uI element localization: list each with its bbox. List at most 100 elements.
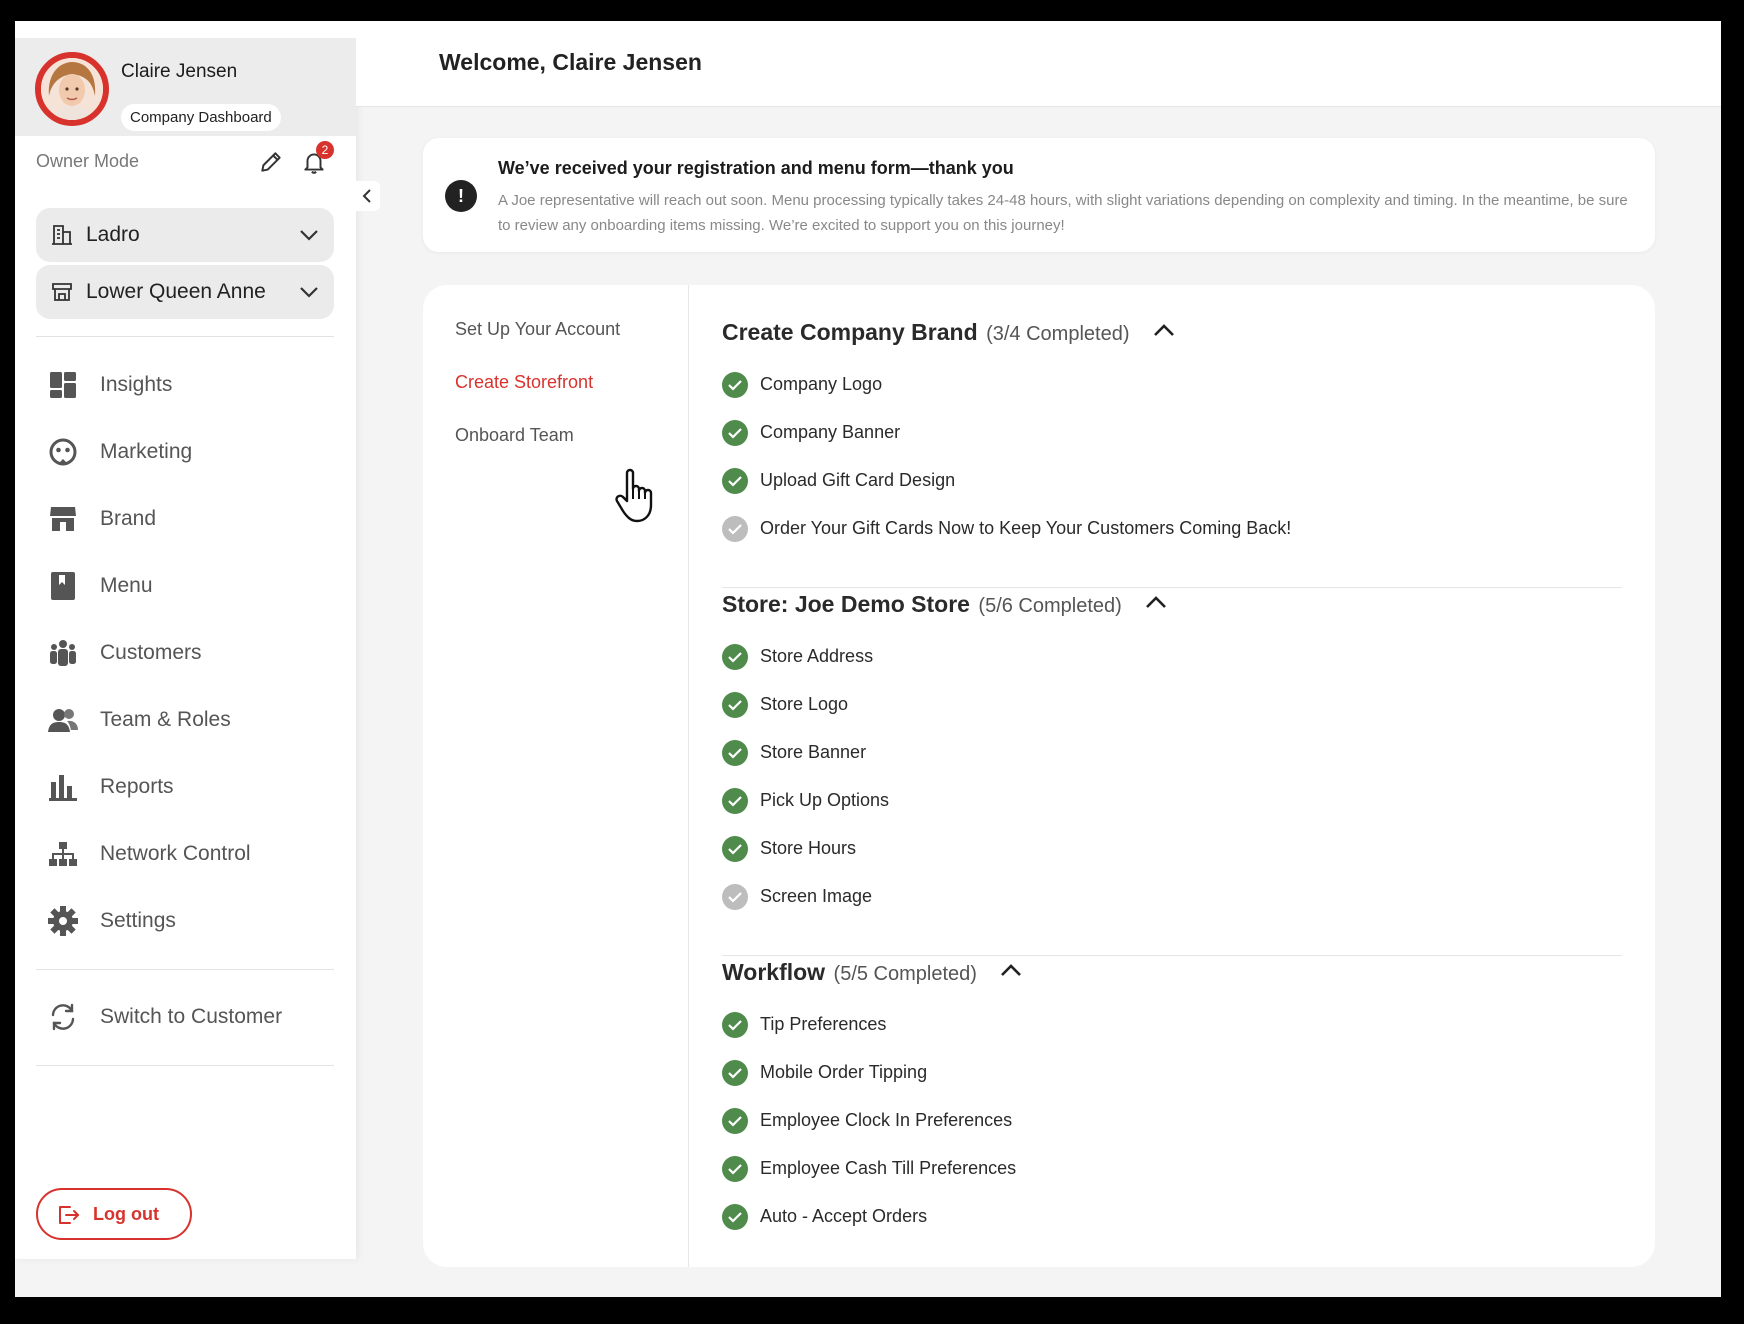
task-item[interactable]: Auto - Accept Orders: [722, 1203, 1622, 1231]
notification-badge: 2: [316, 141, 334, 159]
task-item[interactable]: Company Banner: [722, 419, 1622, 447]
chevron-up-icon[interactable]: [999, 961, 1023, 979]
profile-card[interactable]: Claire Jensen Company Dashboard: [15, 38, 356, 136]
sidebar-item-team-roles[interactable]: Team & Roles: [36, 696, 334, 744]
sidebar-item-label: Customers: [100, 641, 202, 664]
chevron-up-icon[interactable]: [1144, 593, 1168, 611]
section-count: (3/4 Completed): [986, 323, 1130, 345]
task-item[interactable]: Store Logo: [722, 691, 1622, 719]
sidebar-item-label: Marketing: [100, 440, 193, 463]
task-label: Screen Image: [760, 886, 873, 906]
profile-name: Claire Jensen: [121, 61, 238, 82]
section-title: Create Company Brand: [722, 319, 978, 345]
store-select-value: Lower Queen Anne: [86, 280, 266, 303]
task-label: Upload Gift Card Design: [760, 470, 956, 490]
hand-cursor-icon: [615, 467, 661, 525]
page-header: Welcome, Claire Jensen: [356, 21, 1721, 107]
sidebar-item-settings[interactable]: Settings: [36, 897, 334, 945]
insights-icon: [48, 370, 78, 400]
task-item[interactable]: Employee Clock In Preferences: [722, 1107, 1622, 1135]
notice-body: A Joe representative will reach out soon…: [498, 192, 1628, 234]
task-item[interactable]: Employee Cash Till Preferences: [722, 1155, 1622, 1183]
section-title: Workflow: [722, 959, 826, 985]
check-circle-icon: [722, 1108, 748, 1134]
sidebar-item-network-control[interactable]: Network Control: [36, 830, 334, 878]
task-item[interactable]: Company Logo: [722, 371, 1622, 399]
section-divider: [722, 587, 1622, 588]
company-select[interactable]: Ladro: [36, 208, 334, 262]
refresh-icon: [48, 1002, 78, 1032]
customers-icon: [48, 638, 78, 668]
check-circle-icon: [722, 1156, 748, 1182]
sidebar-item-marketing[interactable]: Marketing: [36, 428, 334, 476]
network-icon: [48, 839, 78, 869]
task-item[interactable]: Store Address: [722, 643, 1622, 671]
task-item[interactable]: Mobile Order Tipping: [722, 1059, 1622, 1087]
store-select[interactable]: Lower Queen Anne: [36, 265, 334, 319]
task-label: Pick Up Options: [760, 790, 890, 810]
notice-title: We’ve received your registration and men…: [498, 158, 1014, 178]
sidebar-item-insights[interactable]: Insights: [36, 361, 334, 409]
section-header[interactable]: Store: Joe Demo Store (5/6 Completed): [722, 591, 1168, 621]
check-circle-icon: [722, 468, 748, 494]
sidebar-item-label: Team & Roles: [100, 708, 231, 731]
step-set-up-account[interactable]: Set Up Your Account: [455, 319, 620, 340]
section-header[interactable]: Create Company Brand (3/4 Completed): [722, 319, 1176, 349]
task-item[interactable]: Order Your Gift Cards Now to Keep Your C…: [722, 515, 1622, 543]
chevron-up-icon[interactable]: [1152, 321, 1176, 339]
task-label: Employee Clock In Preferences: [760, 1110, 1013, 1130]
pencil-icon[interactable]: [258, 149, 284, 175]
building-icon: [50, 223, 74, 247]
logout-label: Log out: [93, 1204, 159, 1224]
sidebar-divider: [36, 336, 334, 337]
sidebar-item-label: Reports: [100, 775, 174, 798]
task-label: Employee Cash Till Preferences: [760, 1158, 1017, 1178]
task-label: Store Address: [760, 646, 874, 666]
onboarding-card: Set Up Your Account Create Storefront On…: [423, 285, 1655, 1267]
check-circle-pending-icon: [722, 516, 748, 542]
sidebar-divider: [36, 969, 334, 970]
check-circle-icon: [722, 372, 748, 398]
check-circle-icon: [722, 1204, 748, 1230]
section-header[interactable]: Workflow (5/5 Completed): [722, 959, 1023, 989]
sidebar-item-label: Menu: [100, 574, 153, 597]
sidebar-item-brand[interactable]: Brand: [36, 495, 334, 543]
sidebar-item-reports[interactable]: Reports: [36, 763, 334, 811]
owner-mode-label: Owner Mode: [36, 151, 140, 171]
task-item[interactable]: Pick Up Options: [722, 787, 1622, 815]
card-divider: [688, 285, 689, 1267]
check-circle-icon: [722, 740, 748, 766]
menu-book-icon: [48, 571, 78, 601]
store-icon: [50, 280, 74, 304]
dashboard-chip[interactable]: Company Dashboard: [121, 104, 281, 131]
collapse-sidebar-button[interactable]: [356, 181, 380, 211]
sidebar-item-menu[interactable]: Menu: [36, 562, 334, 610]
sidebar-item-label: Insights: [100, 373, 173, 396]
task-item[interactable]: Upload Gift Card Design: [722, 467, 1622, 495]
check-circle-icon: [722, 692, 748, 718]
task-item[interactable]: Store Hours: [722, 835, 1622, 863]
task-item[interactable]: Store Banner: [722, 739, 1622, 767]
section-divider: [722, 955, 1622, 956]
task-label: Mobile Order Tipping: [760, 1062, 928, 1082]
task-item[interactable]: Screen Image: [722, 883, 1622, 911]
task-label: Store Banner: [760, 742, 867, 762]
check-circle-icon: [722, 644, 748, 670]
logout-button[interactable]: Log out: [36, 1188, 192, 1240]
task-label: Tip Preferences: [760, 1014, 887, 1034]
switch-to-customer-button[interactable]: Switch to Customer: [36, 993, 334, 1041]
avatar: [35, 52, 109, 126]
owner-mode-row: Owner Mode 2: [36, 141, 336, 177]
step-onboard-team[interactable]: Onboard Team: [455, 425, 574, 446]
task-label: Auto - Accept Orders: [760, 1206, 928, 1226]
step-create-storefront[interactable]: Create Storefront: [455, 372, 593, 393]
gear-icon: [48, 906, 78, 936]
section-count: (5/6 Completed): [978, 595, 1122, 617]
sidebar-item-customers[interactable]: Customers: [36, 629, 334, 677]
task-item[interactable]: Tip Preferences: [722, 1011, 1622, 1039]
task-label: Order Your Gift Cards Now to Keep Your C…: [760, 518, 1292, 538]
task-label: Store Hours: [760, 838, 857, 858]
app-window: Claire Jensen Company Dashboard Owner Mo…: [15, 21, 1721, 1297]
registration-notice: ! We’ve received your registration and m…: [423, 138, 1655, 252]
check-circle-pending-icon: [722, 884, 748, 910]
